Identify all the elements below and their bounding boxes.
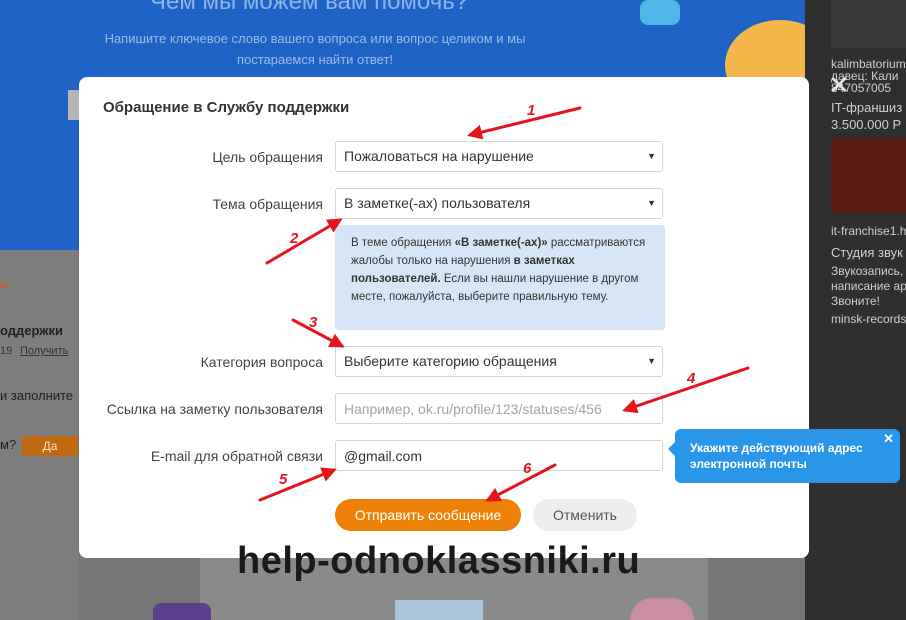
topic-select[interactable]: В заметке(-ах) пользователя ▼ — [335, 188, 663, 219]
topic-label: Тема обращения — [212, 196, 323, 212]
background-left-column: ы оддержки 19 Получить и заполните м? Да — [0, 250, 78, 620]
ad-image-1 — [831, 0, 906, 48]
category-select-value: Выберите категорию обращения — [344, 353, 557, 369]
ad-title-2: Студия звук — [831, 245, 903, 260]
topic-select-value: В заметке(-ах) пользователя — [344, 195, 531, 211]
hero-title: Чем мы можем вам помочь? — [150, 0, 469, 15]
ad-image-2 — [831, 138, 906, 213]
close-icon[interactable]: ✕ — [828, 72, 850, 98]
left-red-text: ы — [0, 276, 10, 291]
email-field[interactable] — [335, 440, 663, 471]
hero-subtitle: Напишите ключевое слово вашего вопроса и… — [104, 31, 526, 67]
left-meta-b: Получить — [20, 345, 69, 357]
left-heading: оддержки — [0, 323, 63, 338]
watermark-text: help-odnoklassniki.ru — [237, 540, 641, 582]
background-blob — [630, 598, 694, 620]
chevron-down-icon: ▼ — [647, 151, 656, 161]
ad-desc-2a: Звукозапись, — [831, 264, 904, 278]
note-link-input[interactable] — [335, 393, 663, 424]
email-validation-tooltip: Укажите действующий адрес электронной по… — [668, 429, 900, 483]
tooltip-text: Укажите действующий адрес электронной по… — [690, 441, 863, 471]
category-label: Категория вопроса — [200, 354, 323, 370]
left-meta-a: 19 — [0, 345, 13, 357]
left-yes-button: Да — [22, 436, 78, 456]
topic-info-box: В теме обращения «В заметке(-ах)» рассма… — [335, 225, 665, 330]
hero-chat-bubble-icon — [640, 0, 680, 25]
modal-title: Обращение в Службу поддержки — [103, 99, 350, 116]
ad-price-1: 3.500.000 Р — [831, 117, 902, 132]
purpose-select-value: Пожаловаться на нарушение — [344, 148, 534, 164]
ad-domain-3: minsk-records. — [831, 312, 906, 326]
ad-title-1: IT-франшиз — [831, 100, 903, 115]
purpose-select[interactable]: Пожаловаться на нарушение ▼ — [335, 141, 663, 172]
purpose-label: Цель обращения — [212, 149, 323, 165]
email-label: E-mail для обратной связи — [150, 448, 323, 464]
cancel-button[interactable]: Отменить — [533, 499, 637, 531]
close-icon[interactable]: ✕ — [883, 431, 894, 447]
tooltip-arrow — [668, 442, 675, 456]
link-label: Ссылка на заметку пользователя — [106, 401, 323, 417]
background-avatar — [153, 603, 211, 620]
chevron-down-icon: ▼ — [647, 198, 656, 208]
ad-domain-2: it-franchise1.h — [831, 224, 906, 238]
left-text: и заполните — [0, 388, 74, 403]
ad-desc-2b: написание ар — [831, 279, 906, 293]
ad-desc-2c: Звоните! — [831, 294, 880, 308]
info-text-1: В теме обращения — [351, 237, 455, 249]
chevron-down-icon: ▼ — [647, 356, 656, 366]
submit-message-button[interactable]: Отправить сообщение — [335, 499, 521, 531]
background-image — [395, 600, 483, 620]
left-question: м? — [0, 437, 17, 452]
support-request-modal: Обращение в Службу поддержки Цель обраще… — [79, 77, 809, 558]
category-select[interactable]: Выберите категорию обращения ▼ — [335, 346, 663, 377]
info-bold-1: «В заметке(-ах)» — [454, 237, 548, 249]
